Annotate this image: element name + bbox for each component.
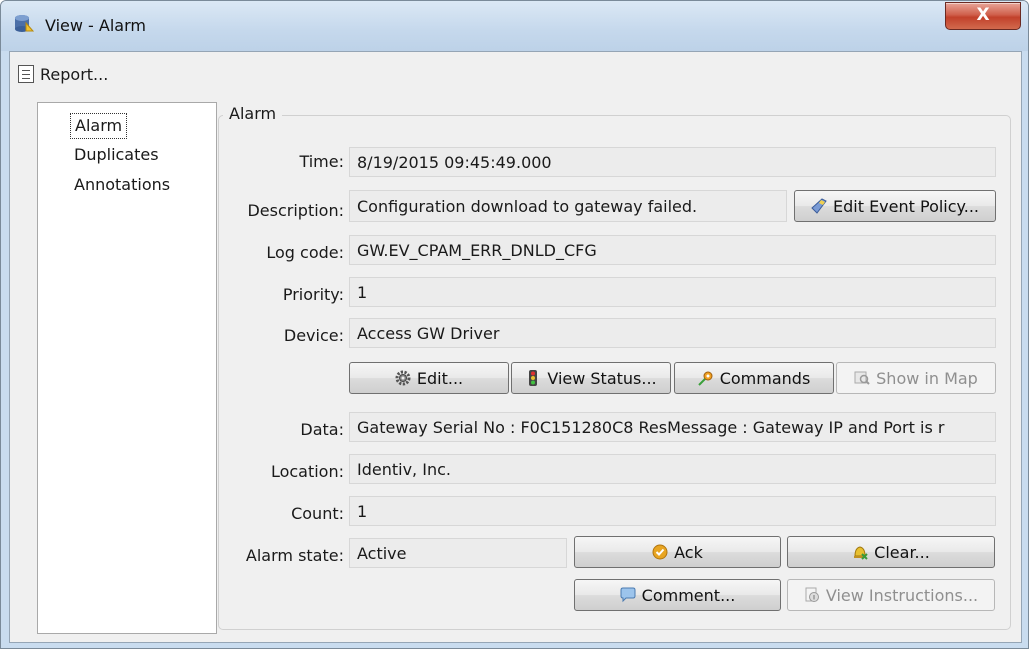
location-label: Location: — [270, 462, 344, 481]
nav-item-annotations[interactable]: Annotations — [70, 173, 174, 197]
comment-label: Comment... — [641, 585, 736, 605]
nav-item-duplicates[interactable]: Duplicates — [70, 143, 163, 167]
ack-label: Ack — [674, 542, 703, 562]
instructions-icon — [805, 587, 819, 602]
map-search-icon — [854, 371, 870, 385]
edit-label: Edit... — [416, 368, 464, 388]
close-button[interactable]: X — [945, 2, 1021, 30]
commands-label: Commands — [719, 368, 811, 388]
data-field[interactable]: Gateway Serial No : F0C151280C8 ResMessa… — [349, 412, 996, 442]
description-label: Description: — [247, 201, 344, 220]
show-in-map-button[interactable]: Show in Map — [836, 362, 996, 394]
speech-bubble-icon — [620, 587, 636, 603]
clear-label: Clear... — [874, 542, 930, 562]
database-alarm-icon — [15, 15, 35, 32]
location-field[interactable]: Identiv, Inc. — [349, 454, 996, 484]
log-code-field[interactable]: GW.EV_CPAM_ERR_DNLD_CFG — [349, 235, 996, 265]
count-label: Count: — [291, 504, 344, 523]
window-client: Report... Alarm Duplicates Annotations A… — [9, 51, 1022, 643]
window-title: View - Alarm — [45, 16, 146, 35]
edit-event-policy-button[interactable]: Edit Event Policy... — [794, 190, 996, 222]
view-status-label: View Status... — [547, 368, 657, 388]
alarm-window: View - Alarm X Report... Alarm Duplicate… — [0, 0, 1029, 649]
device-field[interactable]: Access GW Driver — [349, 318, 996, 348]
priority-field[interactable]: 1 — [349, 277, 996, 307]
show-in-map-label: Show in Map — [876, 368, 978, 388]
count-field[interactable]: 1 — [349, 496, 996, 526]
view-instructions-button[interactable]: View Instructions... — [787, 579, 995, 611]
view-instructions-label: View Instructions... — [825, 585, 979, 605]
edit-event-policy-label: Edit Event Policy... — [833, 196, 979, 216]
alarm-state-label: Alarm state: — [245, 546, 344, 565]
menu-bar: Report... — [10, 52, 1021, 92]
edit-button[interactable]: Edit... — [349, 362, 509, 394]
view-status-button[interactable]: View Status... — [511, 362, 671, 394]
data-label: Data: — [300, 420, 344, 439]
report-menu-item[interactable]: Report... — [18, 62, 108, 86]
time-label: Time: — [299, 152, 344, 171]
alarm-group-title: Alarm — [223, 104, 283, 123]
clear-button[interactable]: Clear... — [787, 536, 995, 568]
policy-edit-icon — [811, 198, 827, 214]
nav-tree: Alarm Duplicates Annotations — [37, 102, 217, 634]
comment-button[interactable]: Comment... — [574, 579, 781, 611]
priority-label: Priority: — [282, 285, 344, 304]
log-code-label: Log code: — [266, 243, 344, 262]
title-bar[interactable]: View - Alarm X — [1, 1, 1028, 51]
device-label: Device: — [283, 326, 344, 345]
commands-button[interactable]: Commands — [674, 362, 834, 394]
nav-item-alarm[interactable]: Alarm — [70, 113, 128, 139]
bell-icon — [854, 546, 868, 560]
report-icon — [18, 65, 34, 83]
report-menu-label: Report... — [40, 64, 109, 84]
gear-icon — [395, 370, 411, 386]
check-circle-icon — [652, 544, 668, 560]
alarm-state-field[interactable]: Active — [349, 538, 567, 568]
traffic-light-icon — [529, 370, 538, 386]
time-field[interactable]: 8/19/2015 09:45:49.000 — [349, 147, 996, 177]
command-icon — [697, 371, 713, 386]
ack-button[interactable]: Ack — [574, 536, 781, 568]
description-field[interactable]: Configuration download to gateway failed… — [349, 190, 787, 222]
